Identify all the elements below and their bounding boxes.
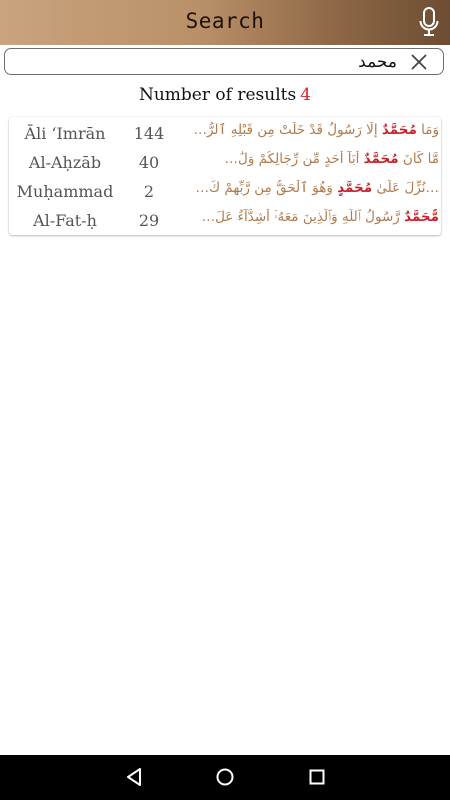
results-count-label: Number of results	[138, 85, 297, 105]
result-surah-name: Muḥammad	[16, 182, 114, 201]
result-row[interactable]: Al-Fat-ḥ 29 مُّحَمَّدٌ رَّسُولُ ٱللَّهِ …	[9, 206, 441, 235]
app-header: Search	[0, 0, 450, 45]
search-bar	[4, 48, 444, 75]
verse-match: مُحَمَّدٌ	[363, 151, 399, 167]
page-title: Search	[185, 9, 265, 33]
search-input[interactable]	[15, 51, 397, 72]
result-ayah-number: 2	[143, 182, 155, 201]
result-surah-name: Al-Aḥzāb	[28, 153, 102, 172]
verse-suffix: رَّسُولُ ٱللَّهِ وَٱلَّذِينَ مَعَهُۥٓ أَ…	[201, 209, 405, 225]
verse-prefix: وَمَا	[416, 122, 439, 138]
verse-match: مُّحَمَّدٌ	[404, 209, 439, 225]
result-surah-name: Āli ʻImrān	[24, 124, 106, 143]
verse-prefix: …نُزِّلَ عَلَىٰ	[372, 180, 439, 196]
nav-recents-icon[interactable]	[306, 766, 328, 788]
verse-suffix: إِلَّا رَسُولٌ قَدْ خَلَتْ مِن قَبْلِهِ …	[193, 122, 382, 138]
result-ayah-number: 29	[138, 211, 160, 230]
result-ayah-number: 40	[138, 153, 160, 172]
result-verse-text: مَّا كَانَ مُحَمَّدٌ أَبَآ أَحَدٍ مِّن ر…	[185, 151, 439, 167]
nav-back-icon[interactable]	[123, 766, 145, 788]
results-count: Number of results 4	[0, 85, 450, 105]
microphone-icon[interactable]	[418, 6, 440, 38]
verse-suffix: وَهُوَ ٱلْحَقُّ مِن رَّبِّهِمْ كَ…	[195, 180, 338, 196]
verse-suffix: أَبَآ أَحَدٍ مِّن رِّجَالِكُمْ وَلَٰ…	[224, 151, 364, 167]
result-verse-text: …نُزِّلَ عَلَىٰ مُحَمَّدٍ وَهُوَ ٱلْحَقُ…	[185, 180, 440, 196]
result-row[interactable]: Muḥammad 2 …نُزِّلَ عَلَىٰ مُحَمَّدٍ وَه…	[9, 177, 441, 206]
verse-match: مُحَمَّدٌ	[381, 122, 417, 138]
results-list: Āli ʻImrān 144 وَمَا مُحَمَّدٌ إِلَّا رَ…	[9, 117, 441, 235]
close-icon[interactable]	[409, 52, 429, 72]
verse-prefix: مَّا كَانَ	[398, 151, 439, 167]
result-row[interactable]: Al-Aḥzāb 40 مَّا كَانَ مُحَمَّدٌ أَبَآ أ…	[9, 148, 441, 177]
results-count-number: 4	[300, 85, 312, 105]
result-verse-text: مُّحَمَّدٌ رَّسُولُ ٱللَّهِ وَٱلَّذِينَ …	[185, 209, 439, 225]
verse-match: مُحَمَّدٍ	[337, 180, 373, 196]
system-navigation-bar	[0, 755, 450, 800]
nav-home-icon[interactable]	[214, 766, 236, 788]
result-row[interactable]: Āli ʻImrān 144 وَمَا مُحَمَّدٌ إِلَّا رَ…	[9, 119, 441, 148]
result-ayah-number: 144	[133, 124, 165, 143]
result-surah-name: Al-Fat-ḥ	[33, 211, 97, 230]
result-verse-text: وَمَا مُحَمَّدٌ إِلَّا رَسُولٌ قَدْ خَلَ…	[185, 122, 439, 138]
